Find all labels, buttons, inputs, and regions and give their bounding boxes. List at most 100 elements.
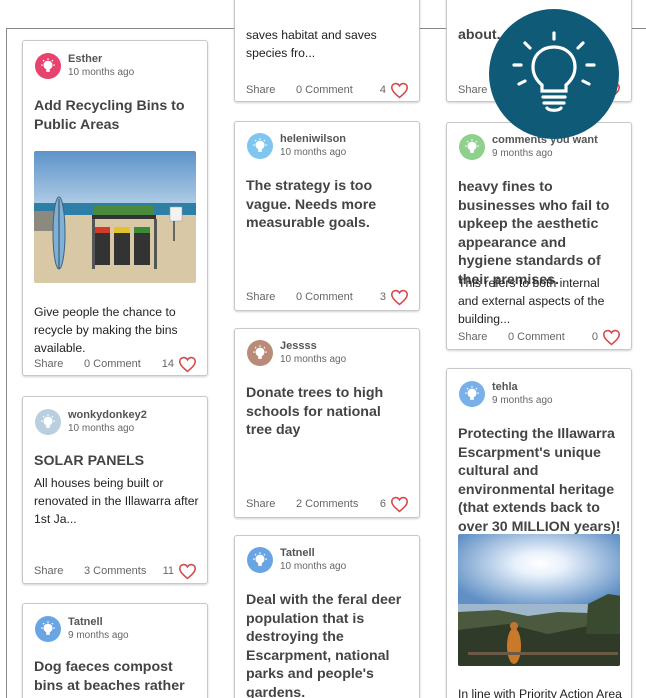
heart-icon (390, 289, 409, 305)
post-time: 9 months ago (68, 630, 129, 641)
idea-summary: Give people the chance to recycle by mak… (34, 305, 178, 355)
escarpment-lookout-photo (458, 534, 620, 666)
card-author: Tatnell 10 months ago (247, 547, 346, 573)
like-count: 0 (591, 331, 598, 343)
idea-title[interactable]: Donate trees to high schools for nationa… (246, 384, 409, 440)
share-button[interactable]: Share (34, 358, 84, 370)
like-button[interactable]: 3 (380, 289, 409, 306)
heart-icon (390, 82, 409, 98)
idea-summary: All houses being built or renovated in t… (34, 476, 199, 526)
card-author: comments you want 9 months ago (459, 134, 598, 160)
avatar (247, 133, 273, 159)
like-count: 14 (161, 358, 174, 370)
ideas-logo-badge (489, 9, 619, 139)
author-name[interactable]: Esther (68, 53, 134, 66)
card-footer: Share 0 Comment 4 (246, 80, 409, 100)
lightbulb-icon (512, 31, 596, 112)
heart-icon (390, 496, 409, 512)
share-button[interactable]: Share (246, 84, 296, 96)
like-count: 4 (379, 84, 386, 96)
post-time: 10 months ago (68, 423, 135, 434)
card-author: Tatnell 9 months ago (35, 616, 129, 642)
post-time: 10 months ago (280, 147, 347, 158)
comments-link[interactable]: 3 Comments (84, 565, 163, 577)
post-time: 9 months ago (492, 395, 553, 406)
idea-title[interactable]: The strategy is too vague. Needs more me… (246, 177, 409, 233)
like-button[interactable]: 11 (163, 563, 197, 580)
like-button[interactable]: 4 (380, 82, 409, 99)
avatar (459, 381, 485, 407)
idea-card-tatnell-deer[interactable]: Tatnell 10 months ago Deal with the fera… (234, 535, 420, 698)
idea-card-esther[interactable]: Esther 10 months ago Add Recycling Bins … (22, 40, 208, 376)
idea-summary: In line with Priority Action Area 1 (458, 687, 622, 698)
lightbulb-avatar-icon (41, 621, 55, 635)
lightbulb-avatar-icon (41, 58, 55, 72)
card-footer: Share 0 Comment 3 (246, 287, 409, 307)
idea-image[interactable] (458, 534, 620, 666)
idea-title[interactable]: Deal with the feral deer population that… (246, 591, 409, 698)
like-button[interactable]: 14 (162, 356, 197, 373)
like-count: 6 (379, 498, 386, 510)
idea-card-partial-top[interactable]: saves habitat and saves species fro... S… (234, 0, 420, 102)
card-author: wonkydonkey2 10 months ago (35, 409, 147, 435)
lightbulb-avatar-icon (465, 139, 479, 153)
card-author: heleniwilson 10 months ago (247, 133, 346, 159)
heart-icon (178, 356, 197, 372)
author-name[interactable]: Tatnell (280, 547, 346, 560)
comments-link[interactable]: 0 Comment (84, 358, 162, 370)
author-name[interactable]: wonkydonkey2 (68, 409, 147, 422)
author-name[interactable]: Tatnell (68, 616, 129, 629)
idea-title[interactable]: Add Recycling Bins to Public Areas (34, 97, 197, 134)
idea-card-tehla[interactable]: tehla 9 months ago Protecting the Illawa… (446, 368, 632, 698)
idea-card-wonkydonkey2[interactable]: wonkydonkey2 10 months ago SOLAR PANELS … (22, 396, 208, 584)
idea-card-tatnell-dog[interactable]: Tatnell 9 months ago Dog faeces compost … (22, 603, 208, 698)
share-button[interactable]: Share (246, 498, 296, 510)
card-author: tehla 9 months ago (459, 381, 553, 407)
share-button[interactable]: Share (246, 291, 296, 303)
idea-card-heleniwilson[interactable]: heleniwilson 10 months ago The strategy … (234, 121, 420, 311)
idea-summary: saves habitat and saves species fro... (246, 28, 377, 60)
card-footer: Share 0 Comment 14 (34, 354, 197, 374)
author-name[interactable]: tehla (492, 381, 553, 394)
like-button[interactable]: 6 (380, 496, 409, 513)
heart-icon (602, 329, 621, 345)
post-time: 10 months ago (280, 561, 347, 572)
idea-title[interactable]: heavy fines to businesses who fail to up… (458, 178, 621, 289)
comments-link[interactable]: 2 Comments (296, 498, 380, 510)
lightbulb-avatar-icon (253, 138, 267, 152)
idea-summary: This refers to both internal and externa… (458, 276, 605, 326)
idea-title[interactable]: Protecting the Illawarra Escarpment's un… (458, 425, 621, 536)
post-time: 10 months ago (280, 354, 347, 365)
post-time: 9 months ago (492, 148, 553, 159)
avatar (247, 547, 273, 573)
card-footer: Share 3 Comments 11 (34, 561, 197, 581)
lightbulb-avatar-icon (253, 345, 267, 359)
author-name[interactable]: Jessss (280, 340, 346, 353)
beach-recycling-photo (34, 151, 196, 283)
lightbulb-avatar-icon (465, 386, 479, 400)
share-button[interactable]: Share (34, 565, 84, 577)
share-button[interactable]: Share (458, 331, 508, 343)
avatar (35, 409, 61, 435)
avatar (35, 53, 61, 79)
card-author: Esther 10 months ago (35, 53, 134, 79)
avatar (35, 616, 61, 642)
comments-link[interactable]: 0 Comment (296, 291, 380, 303)
idea-title[interactable]: Dog faeces compost bins at beaches rathe… (34, 658, 197, 698)
comments-link[interactable]: 0 Comment (296, 84, 380, 96)
like-count: 11 (162, 565, 174, 577)
comments-link[interactable]: 0 Comment (508, 331, 592, 343)
avatar (459, 134, 485, 160)
lightbulb-avatar-icon (41, 414, 55, 428)
heart-icon (178, 563, 197, 579)
idea-card-comments-you-want[interactable]: comments you want 9 months ago heavy fin… (446, 122, 632, 350)
author-name[interactable]: heleniwilson (280, 133, 346, 146)
post-time: 10 months ago (68, 67, 135, 78)
idea-title[interactable]: SOLAR PANELS (34, 452, 197, 471)
idea-card-jessss[interactable]: Jessss 10 months ago Donate trees to hig… (234, 328, 420, 518)
lightbulb-avatar-icon (253, 552, 267, 566)
like-count: 3 (379, 291, 386, 303)
idea-image[interactable] (34, 151, 196, 283)
like-button[interactable]: 0 (592, 329, 621, 346)
avatar (247, 340, 273, 366)
